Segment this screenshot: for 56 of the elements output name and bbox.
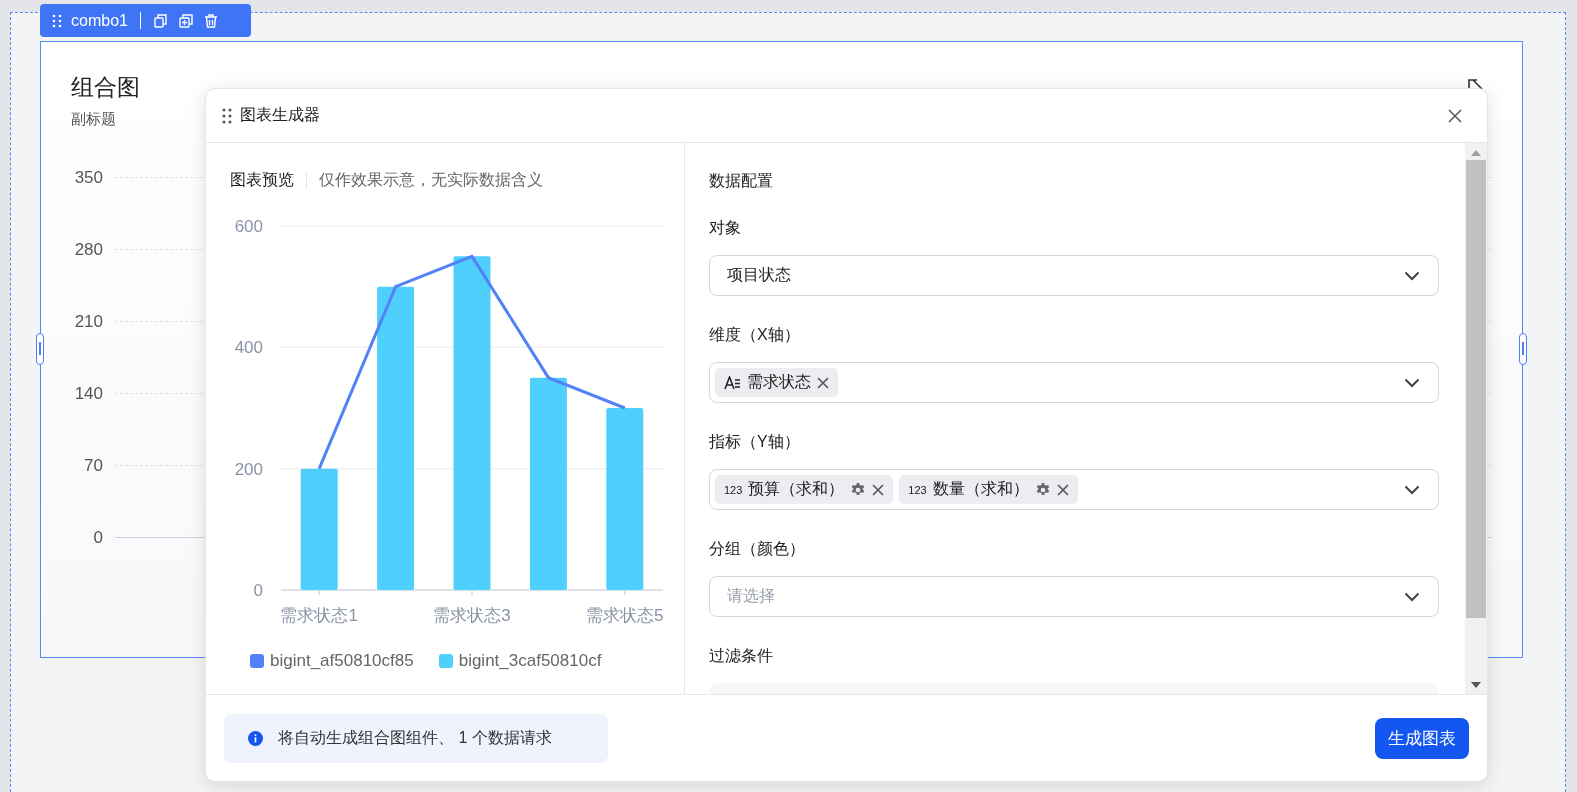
field-tag[interactable]: 需求状态 bbox=[715, 368, 838, 397]
text-field-icon bbox=[724, 375, 741, 390]
axis-tick-label: 70 bbox=[83, 455, 103, 476]
settings-icon[interactable] bbox=[1034, 481, 1051, 498]
axis-tick-label: 600 bbox=[234, 217, 263, 236]
component-name: combo1 bbox=[71, 11, 128, 30]
select-field[interactable]: 项目状态 bbox=[709, 255, 1439, 296]
info-icon bbox=[248, 730, 263, 746]
axis-tick-label: 200 bbox=[234, 459, 263, 479]
copy-icon[interactable] bbox=[152, 12, 169, 29]
resize-handle[interactable] bbox=[1519, 333, 1527, 365]
field-tag[interactable]: 123 预算（求和） bbox=[715, 475, 894, 504]
remove-icon[interactable] bbox=[1056, 483, 1069, 496]
select-field[interactable]: 123 预算（求和） 123 数量（求和） bbox=[709, 469, 1439, 510]
field-label: 分组（颜色） bbox=[709, 539, 806, 559]
scrollbar[interactable] bbox=[1465, 143, 1487, 694]
delete-icon[interactable] bbox=[202, 12, 219, 29]
field-label: 对象 bbox=[709, 218, 742, 238]
chevron-down-icon bbox=[1404, 270, 1420, 281]
field-label: 过滤条件 bbox=[709, 646, 774, 666]
chart-title: 组合图 bbox=[71, 73, 140, 102]
axis-tick-label: 0 bbox=[253, 581, 263, 600]
axis-tick-label: 140 bbox=[73, 383, 103, 404]
field-label: 维度（X轴） bbox=[709, 325, 801, 345]
axis-tick-label: 280 bbox=[73, 239, 103, 260]
axis-tick-label: 需求状态1 bbox=[280, 606, 358, 625]
resize-handle[interactable] bbox=[36, 333, 44, 365]
select-field[interactable]: 需求状态 bbox=[709, 362, 1439, 403]
field-tag[interactable]: 123 数量（求和） bbox=[899, 475, 1078, 504]
chevron-down-icon bbox=[1404, 591, 1420, 602]
generate-chart-button[interactable]: 生成图表 bbox=[1375, 717, 1469, 759]
remove-icon[interactable] bbox=[817, 376, 829, 389]
legend-label: bigint_af50810cf85 bbox=[270, 651, 414, 671]
duplicate-icon[interactable] bbox=[177, 12, 194, 29]
preview-note: 仅作效果示意，无实际数据含义 bbox=[319, 170, 543, 190]
axis-tick-label: 400 bbox=[234, 338, 263, 358]
dialog-title: 图表生成器 bbox=[240, 105, 320, 125]
axis-tick-label: 210 bbox=[73, 311, 103, 332]
chevron-down-icon bbox=[1404, 377, 1420, 388]
drag-handle-icon[interactable] bbox=[52, 13, 62, 28]
chevron-down-icon bbox=[1404, 484, 1420, 495]
drag-handle-icon[interactable] bbox=[222, 107, 232, 124]
axis-tick-label: 需求状态5 bbox=[586, 606, 664, 625]
scroll-down-icon[interactable] bbox=[1471, 682, 1481, 688]
axis-tick-label: 0 bbox=[92, 527, 103, 548]
legend-label: bigint_3caf50810cf bbox=[458, 651, 602, 671]
preview-title: 图表预览 bbox=[230, 170, 294, 190]
axis-tick-label: 需求状态3 bbox=[433, 606, 511, 625]
axis-tick-label: 350 bbox=[73, 167, 103, 188]
section-title: 数据配置 bbox=[709, 171, 774, 191]
field-label: 指标（Y轴） bbox=[709, 432, 801, 452]
remove-icon[interactable] bbox=[872, 483, 885, 496]
chart-subtitle: 副标题 bbox=[71, 110, 116, 129]
close-icon[interactable] bbox=[1448, 108, 1462, 123]
settings-icon[interactable] bbox=[850, 481, 867, 498]
info-text: 将自动生成组合图组件、 1 个数据请求 bbox=[278, 727, 552, 748]
